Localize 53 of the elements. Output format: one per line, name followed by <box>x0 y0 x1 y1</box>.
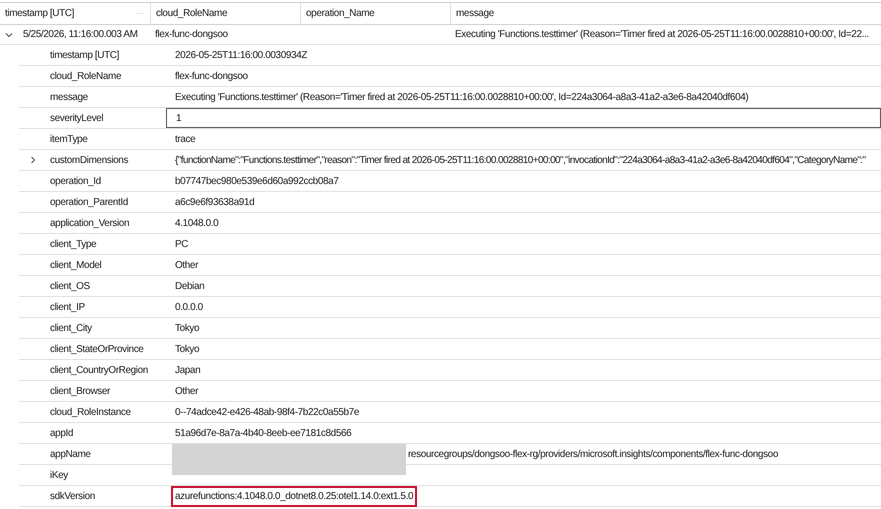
field-value: Other <box>175 384 198 398</box>
field-value: Other <box>175 258 198 272</box>
field-value: PC <box>175 238 188 252</box>
selected-value-cell[interactable]: 1 <box>166 108 881 128</box>
field-name: message <box>50 90 88 104</box>
column-header[interactable]: operation_Name <box>306 6 374 21</box>
expand-caret-icon[interactable] <box>29 156 37 164</box>
field-value: Japan <box>175 364 200 378</box>
field-name: timestamp [UTC] <box>50 48 120 62</box>
field-name: client_OS <box>50 280 90 294</box>
field-value: b07747bec980e539e6d60a992ccb08a7 <box>175 174 338 188</box>
field-value: 0--74adce42-e426-48ab-98f4-7b22c0a55b7e <box>175 406 360 420</box>
field-name: client_Browser <box>50 384 110 398</box>
field-value: 51a96d7e-8a7a-4b40-8eeb-ee7181c8d566 <box>175 426 352 440</box>
column-header[interactable]: message <box>456 6 494 21</box>
field-name: application_Version <box>50 216 130 230</box>
field-value: flex-func-dongsoo <box>175 70 248 84</box>
field-value: {"functionName":"Functions.testtimer","reason":"Timer fired at 2026-05-25T11:16:00.0028810+00:00","invocationId":"224a3064-a8a3-41a2-a3e6-8a42040df604","CategoryName":" <box>175 154 866 168</box>
field-name: severityLevel <box>50 112 104 126</box>
field-value: trace <box>175 132 196 146</box>
field-name: iKey <box>50 468 68 482</box>
field-name: operation_Id <box>50 174 101 188</box>
field-value-text: 1 <box>176 112 182 126</box>
field-value: Tokyo <box>175 322 200 336</box>
field-name: client_IP <box>50 300 85 314</box>
field-name: cloud_RoleInstance <box>50 406 131 420</box>
table-cell-text: flex-func-dongsoo <box>155 28 228 42</box>
table-cell-text: 5/25/2026, 11:16:00.003 AM <box>23 28 138 42</box>
field-name: cloud_RoleName <box>50 70 122 84</box>
field-value: a6c9e6f93638a91d <box>175 196 254 210</box>
field-name: client_Type <box>50 238 96 252</box>
field-value: 2026-05-25T11:16:00.0030934Z <box>175 48 308 62</box>
field-name: operation_ParentId <box>50 196 128 210</box>
field-name: customDimensions <box>50 154 128 168</box>
table-cell-text: Executing 'Functions.testtimer' (Reason='Timer fired at 2026-05-25T11:16:00.0028810+00:00', Id=22... <box>455 28 869 42</box>
field-value: Executing 'Functions.testtimer' (Reason='Timer fired at 2026-05-25T11:16:00.0028810+00:00', Id=224a3064-a8a3-41a2-a3e6-8a42040df604) <box>175 90 748 104</box>
field-name: appName <box>50 448 91 462</box>
field-name: client_StateOrProvince <box>50 342 144 356</box>
column-header[interactable]: cloud_RoleName <box>156 6 228 21</box>
field-value: 4.1048.0.0 <box>175 216 218 230</box>
field-name: itemType <box>50 132 88 146</box>
field-name: client_CountryOrRegion <box>50 364 148 378</box>
column-header[interactable]: timestamp [UTC] <box>5 6 74 21</box>
field-name: sdkVersion <box>50 490 95 504</box>
field-name: appId <box>50 426 74 440</box>
field-name: client_City <box>50 322 92 336</box>
expand-caret-icon[interactable] <box>5 30 13 38</box>
field-value: azurefunctions:4.1048.0.0_dotnet8.0.25:otel1.14.0:ext1.5.0 <box>171 486 418 506</box>
field-value: 0.0.0.0 <box>175 300 203 314</box>
field-value: resourcegroups/dongsoo-flex-rg/providers/microsoft.insights/components/flex-func-dongsoo <box>408 448 778 462</box>
field-value: Debian <box>175 280 204 294</box>
field-value: Tokyo <box>175 342 200 356</box>
field-name: client_Model <box>50 258 102 272</box>
